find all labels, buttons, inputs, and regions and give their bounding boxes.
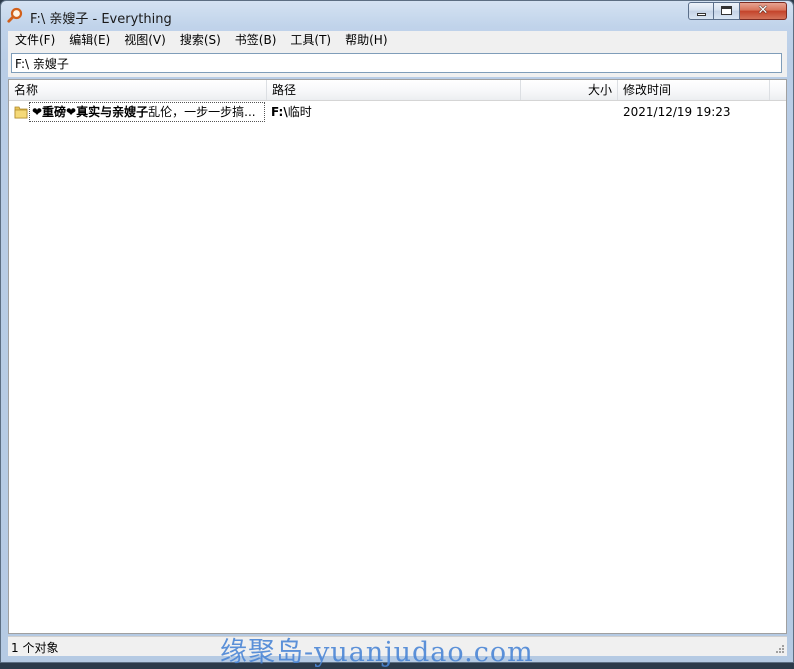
menu-help[interactable]: 帮助(H) <box>338 31 394 50</box>
item-modified: 2021/12/19 19:23 <box>623 105 731 119</box>
item-name[interactable]: ❤重磅❤真实与亲嫂子乱伦，一步一步搞... <box>29 102 265 122</box>
item-path: F:\临时 <box>271 102 511 122</box>
resize-grip-icon[interactable] <box>775 644 785 654</box>
item-path-drive: F:\ <box>271 105 288 119</box>
search-input[interactable] <box>11 53 782 73</box>
watermark: 缘聚岛-yuanjudao.com <box>220 637 534 668</box>
item-size <box>521 102 614 122</box>
minimize-button[interactable] <box>688 2 714 20</box>
maximize-button[interactable] <box>714 2 740 20</box>
column-header-modified[interactable]: 修改时间 <box>618 80 770 100</box>
status-text: 1 个对象 <box>11 641 59 655</box>
column-header-path[interactable]: 路径 <box>267 80 521 100</box>
menu-file[interactable]: 文件(F) <box>8 31 62 50</box>
item-name-part-3: 乱伦，一步一步搞... <box>148 105 256 119</box>
window-title: F:\ 亲嫂子 - Everything <box>30 12 172 27</box>
column-header-size[interactable]: 大小 <box>521 80 618 100</box>
minimize-icon <box>697 13 706 16</box>
app-window: F:\ 亲嫂子 - Everything ✕ 文件(F) 编辑(E) 视图(V)… <box>0 0 794 663</box>
column-header-name[interactable]: 名称 <box>9 80 267 100</box>
results-list[interactable]: 名称 路径 大小 修改时间 ❤重磅❤真实与亲嫂子乱伦，一步一步搞... F:\临… <box>8 79 787 634</box>
folder-icon <box>14 106 28 119</box>
menu-view[interactable]: 视图(V) <box>117 31 173 50</box>
menu-bookmarks[interactable]: 书签(B) <box>228 31 284 50</box>
search-bar <box>8 50 787 77</box>
menu-search[interactable]: 搜索(S) <box>173 31 228 50</box>
list-header: 名称 路径 大小 修改时间 <box>9 80 786 101</box>
close-button[interactable]: ✕ <box>740 2 787 20</box>
caption-buttons: ✕ <box>688 2 787 21</box>
maximize-icon <box>721 6 732 15</box>
list-item[interactable]: ❤重磅❤真实与亲嫂子乱伦，一步一步搞... F:\临时 2021/12/19 1… <box>9 102 786 122</box>
item-path-folder: 临时 <box>287 105 312 119</box>
search-magnifier-icon <box>7 7 23 23</box>
menu-edit[interactable]: 编辑(E) <box>62 31 117 50</box>
item-name-part-2: 亲嫂子 <box>112 105 149 119</box>
title-bar[interactable]: F:\ 亲嫂子 - Everything ✕ <box>1 1 793 29</box>
menu-tools[interactable]: 工具(T) <box>283 31 338 50</box>
close-icon: ✕ <box>757 3 769 18</box>
menu-bar: 文件(F) 编辑(E) 视图(V) 搜索(S) 书签(B) 工具(T) 帮助(H… <box>8 31 787 50</box>
item-name-part-1: ❤重磅❤真实与 <box>32 105 113 119</box>
